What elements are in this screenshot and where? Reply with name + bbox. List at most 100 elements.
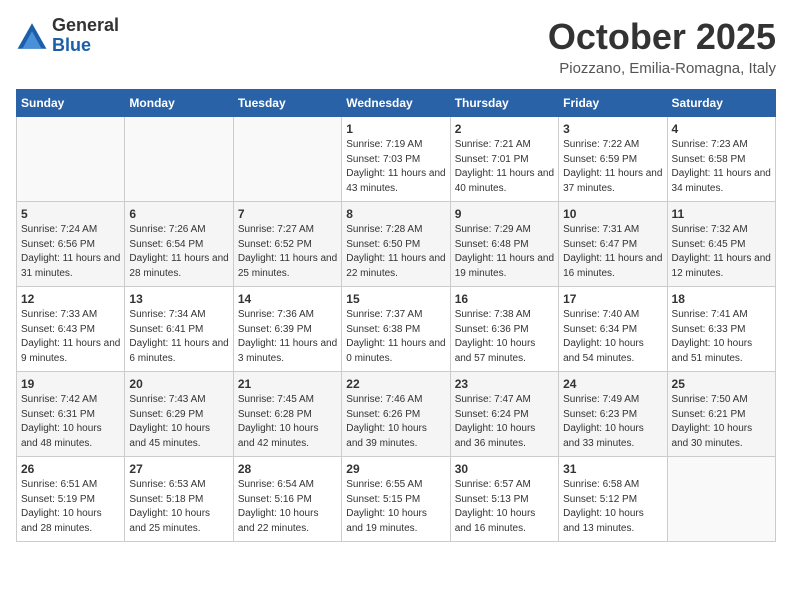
calendar-cell: 14 Sunrise: 7:36 AMSunset: 6:39 PMDayligh… xyxy=(233,287,341,372)
day-number: 20 xyxy=(129,377,228,391)
calendar-cell: 11 Sunrise: 7:32 AMSunset: 6:45 PMDayligh… xyxy=(667,202,775,287)
calendar-table: SundayMondayTuesdayWednesdayThursdayFrid… xyxy=(16,89,776,542)
logo-blue: Blue xyxy=(52,36,119,56)
day-number: 11 xyxy=(672,207,771,221)
day-number: 9 xyxy=(455,207,554,221)
calendar-cell xyxy=(667,457,775,542)
weekday-header-row: SundayMondayTuesdayWednesdayThursdayFrid… xyxy=(17,90,776,117)
calendar-cell: 22 Sunrise: 7:46 AMSunset: 6:26 PMDayligh… xyxy=(342,372,450,457)
day-number: 16 xyxy=(455,292,554,306)
calendar-cell: 6 Sunrise: 7:26 AMSunset: 6:54 PMDaylight… xyxy=(125,202,233,287)
calendar-cell: 8 Sunrise: 7:28 AMSunset: 6:50 PMDaylight… xyxy=(342,202,450,287)
day-info: Sunrise: 7:26 AMSunset: 6:54 PMDaylight:… xyxy=(129,223,228,281)
day-info: Sunrise: 7:19 AMSunset: 7:03 PMDaylight:… xyxy=(346,138,445,196)
weekday-header-wednesday: Wednesday xyxy=(342,90,450,117)
day-number: 23 xyxy=(455,377,554,391)
day-info: Sunrise: 6:53 AMSunset: 5:18 PMDaylight:… xyxy=(129,478,228,536)
calendar-cell: 2Sunrise: 7:21 AMSunset: 7:01 PMDaylight… xyxy=(450,117,558,202)
day-info: Sunrise: 7:22 AMSunset: 6:59 PMDaylight:… xyxy=(563,138,662,196)
calendar-cell: 3 Sunrise: 7:22 AMSunset: 6:59 PMDaylight… xyxy=(559,117,667,202)
calendar-cell: 31Sunrise: 6:58 AMSunset: 5:12 PMDayligh… xyxy=(559,457,667,542)
calendar-week-1: 1 Sunrise: 7:19 AMSunset: 7:03 PMDaylight… xyxy=(17,117,776,202)
day-number: 15 xyxy=(346,292,445,306)
calendar-cell: 1 Sunrise: 7:19 AMSunset: 7:03 PMDaylight… xyxy=(342,117,450,202)
calendar-cell: 16 Sunrise: 7:38 AMSunset: 6:36 PMDayligh… xyxy=(450,287,558,372)
weekday-header-monday: Monday xyxy=(125,90,233,117)
calendar-cell: 10 Sunrise: 7:31 AMSunset: 6:47 PMDayligh… xyxy=(559,202,667,287)
weekday-header-saturday: Saturday xyxy=(667,90,775,117)
location: Piozzano, Emilia-Romagna, Italy xyxy=(548,60,776,77)
calendar-cell: 7 Sunrise: 7:27 AMSunset: 6:52 PMDaylight… xyxy=(233,202,341,287)
day-info: Sunrise: 7:21 AMSunset: 7:01 PMDaylight:… xyxy=(455,138,554,196)
day-info: Sunrise: 7:47 AMSunset: 6:24 PMDaylight:… xyxy=(455,393,554,451)
logo-icon xyxy=(16,20,48,52)
day-number: 21 xyxy=(238,377,337,391)
day-number: 7 xyxy=(238,207,337,221)
weekday-header-sunday: Sunday xyxy=(17,90,125,117)
calendar-cell: 12 Sunrise: 7:33 AMSunset: 6:43 PMDayligh… xyxy=(17,287,125,372)
day-number: 5 xyxy=(21,207,120,221)
calendar-week-4: 19 Sunrise: 7:42 AMSunset: 6:31 PMDayligh… xyxy=(17,372,776,457)
calendar-cell: 27 Sunrise: 6:53 AMSunset: 5:18 PMDayligh… xyxy=(125,457,233,542)
calendar-cell xyxy=(233,117,341,202)
day-number: 3 xyxy=(563,122,662,136)
weekday-header-friday: Friday xyxy=(559,90,667,117)
day-info: Sunrise: 7:49 AMSunset: 6:23 PMDaylight:… xyxy=(563,393,662,451)
calendar-cell: 25 Sunrise: 7:50 AMSunset: 6:21 PMDayligh… xyxy=(667,372,775,457)
calendar-cell: 30Sunrise: 6:57 AMSunset: 5:13 PMDayligh… xyxy=(450,457,558,542)
calendar-cell: 13Sunrise: 7:34 AMSunset: 6:41 PMDayligh… xyxy=(125,287,233,372)
day-number: 18 xyxy=(672,292,771,306)
day-number: 31 xyxy=(563,462,662,476)
day-number: 6 xyxy=(129,207,228,221)
weekday-header-thursday: Thursday xyxy=(450,90,558,117)
logo: General Blue xyxy=(16,16,119,56)
day-info: Sunrise: 7:36 AMSunset: 6:39 PMDaylight:… xyxy=(238,308,337,366)
day-number: 17 xyxy=(563,292,662,306)
calendar-cell: 26Sunrise: 6:51 AMSunset: 5:19 PMDayligh… xyxy=(17,457,125,542)
day-number: 26 xyxy=(21,462,120,476)
day-info: Sunrise: 7:28 AMSunset: 6:50 PMDaylight:… xyxy=(346,223,445,281)
day-info: Sunrise: 7:37 AMSunset: 6:38 PMDaylight:… xyxy=(346,308,445,366)
calendar-cell xyxy=(125,117,233,202)
calendar-cell xyxy=(17,117,125,202)
calendar-cell: 20Sunrise: 7:43 AMSunset: 6:29 PMDayligh… xyxy=(125,372,233,457)
day-info: Sunrise: 7:23 AMSunset: 6:58 PMDaylight:… xyxy=(672,138,771,196)
weekday-header-tuesday: Tuesday xyxy=(233,90,341,117)
calendar-cell: 21 Sunrise: 7:45 AMSunset: 6:28 PMDayligh… xyxy=(233,372,341,457)
day-number: 12 xyxy=(21,292,120,306)
day-info: Sunrise: 7:45 AMSunset: 6:28 PMDaylight:… xyxy=(238,393,337,451)
day-info: Sunrise: 7:27 AMSunset: 6:52 PMDaylight:… xyxy=(238,223,337,281)
day-number: 22 xyxy=(346,377,445,391)
day-info: Sunrise: 7:31 AMSunset: 6:47 PMDaylight:… xyxy=(563,223,662,281)
calendar-cell: 29Sunrise: 6:55 AMSunset: 5:15 PMDayligh… xyxy=(342,457,450,542)
day-number: 19 xyxy=(21,377,120,391)
day-number: 14 xyxy=(238,292,337,306)
calendar-week-3: 12 Sunrise: 7:33 AMSunset: 6:43 PMDayligh… xyxy=(17,287,776,372)
day-info: Sunrise: 7:40 AMSunset: 6:34 PMDaylight:… xyxy=(563,308,662,366)
day-number: 8 xyxy=(346,207,445,221)
calendar-cell: 4 Sunrise: 7:23 AMSunset: 6:58 PMDaylight… xyxy=(667,117,775,202)
calendar-cell: 5Sunrise: 7:24 AMSunset: 6:56 PMDaylight… xyxy=(17,202,125,287)
day-info: Sunrise: 7:50 AMSunset: 6:21 PMDaylight:… xyxy=(672,393,771,451)
day-number: 30 xyxy=(455,462,554,476)
day-info: Sunrise: 7:46 AMSunset: 6:26 PMDaylight:… xyxy=(346,393,445,451)
calendar-cell: 28 Sunrise: 6:54 AMSunset: 5:16 PMDayligh… xyxy=(233,457,341,542)
day-info: Sunrise: 7:41 AMSunset: 6:33 PMDaylight:… xyxy=(672,308,771,366)
day-info: Sunrise: 6:54 AMSunset: 5:16 PMDaylight:… xyxy=(238,478,337,536)
day-number: 4 xyxy=(672,122,771,136)
calendar-cell: 15 Sunrise: 7:37 AMSunset: 6:38 PMDayligh… xyxy=(342,287,450,372)
day-number: 10 xyxy=(563,207,662,221)
day-info: Sunrise: 7:34 AMSunset: 6:41 PMDaylight:… xyxy=(129,308,228,366)
day-number: 29 xyxy=(346,462,445,476)
day-info: Sunrise: 7:33 AMSunset: 6:43 PMDaylight:… xyxy=(21,308,120,366)
day-info: Sunrise: 7:32 AMSunset: 6:45 PMDaylight:… xyxy=(672,223,771,281)
day-number: 1 xyxy=(346,122,445,136)
day-number: 25 xyxy=(672,377,771,391)
day-number: 28 xyxy=(238,462,337,476)
calendar-cell: 19 Sunrise: 7:42 AMSunset: 6:31 PMDayligh… xyxy=(17,372,125,457)
day-number: 27 xyxy=(129,462,228,476)
day-info: Sunrise: 7:42 AMSunset: 6:31 PMDaylight:… xyxy=(21,393,120,451)
day-number: 24 xyxy=(563,377,662,391)
day-info: Sunrise: 7:38 AMSunset: 6:36 PMDaylight:… xyxy=(455,308,554,366)
logo-text: General Blue xyxy=(52,16,119,56)
